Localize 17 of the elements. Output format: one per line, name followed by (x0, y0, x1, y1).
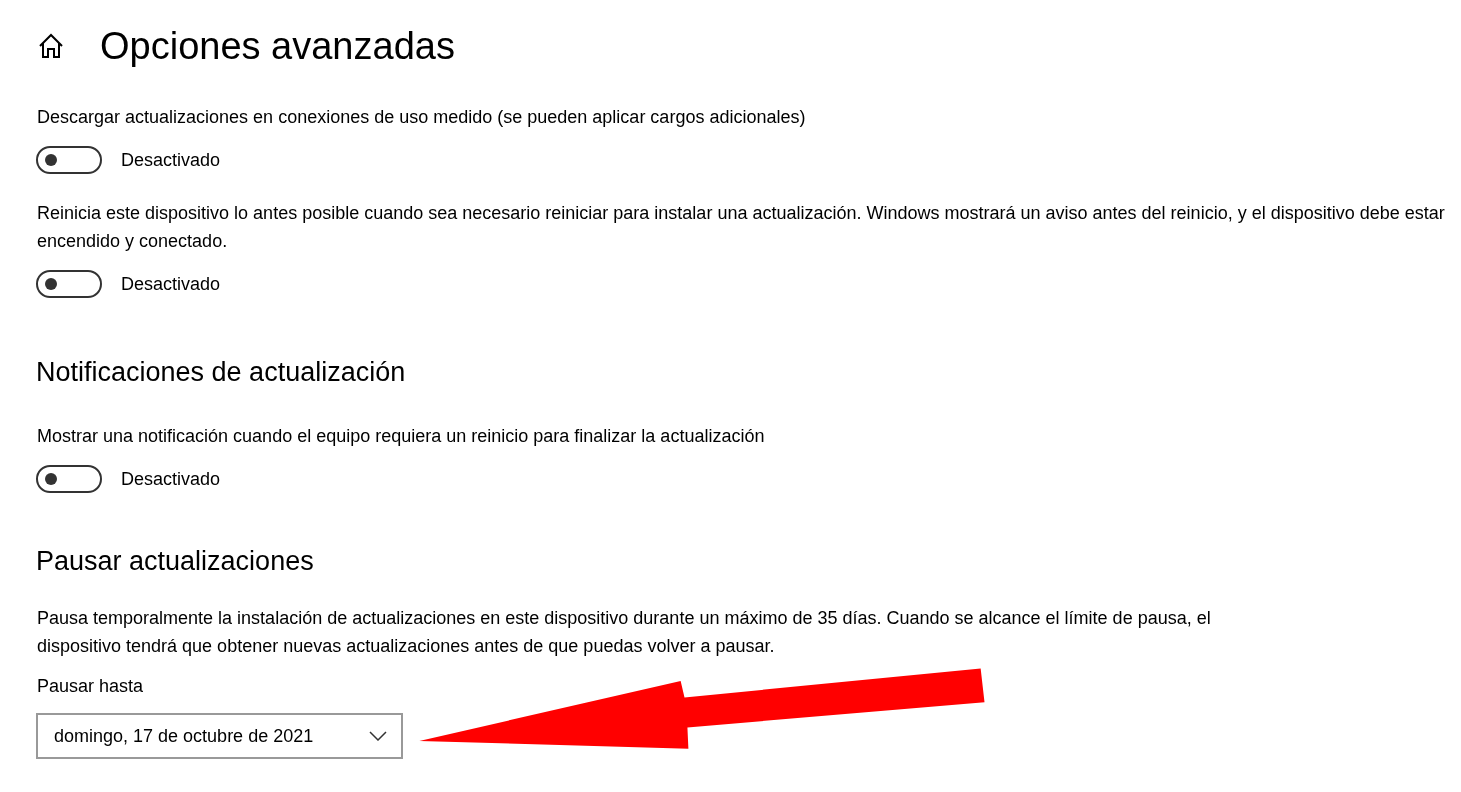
section-heading: Notificaciones de actualización (36, 356, 407, 389)
field-label: Pausar hasta (37, 675, 145, 698)
section-heading: Pausar actualizaciones (36, 545, 315, 578)
toggle-switch[interactable] (36, 270, 102, 298)
toggle-switch[interactable] (36, 465, 102, 493)
toggle-state-label: Desactivado (121, 468, 221, 491)
pause-description: Pausa temporalmente la instalación de actualizaciones en este dispositivo durante un máximo de 35 días. Cuando se alcance el límite de pausa, el dispositivo tendrá que obtener nuevas actualizaciones antes de que puedas volver a pausar. (37, 607, 1212, 658)
toggle-state-label: Desactivado (121, 149, 221, 172)
chevron-down-icon (369, 731, 387, 741)
setting-description: Mostrar una notificación cuando el equipo requiera un reinicio para finalizar la actualización (37, 425, 766, 448)
setting-description: Descargar actualizaciones en conexiones de uso medido (se pueden aplicar cargos adicionales) (37, 106, 807, 129)
toggle-state-label: Desactivado (121, 273, 221, 296)
setting-description: Reinicia este dispositivo lo antes posible cuando sea necesario reiniciar para instalar una actualización. Windows mostrará un aviso antes del reinicio, y el dispositivo debe estar encendido y conectado. (37, 202, 1446, 253)
date-dropdown[interactable]: domingo, 17 de octubre de 2021 (36, 713, 403, 759)
toggle-switch[interactable] (36, 146, 102, 174)
page-title: Opciones avanzadas (100, 24, 455, 68)
home-icon[interactable] (37, 33, 65, 59)
